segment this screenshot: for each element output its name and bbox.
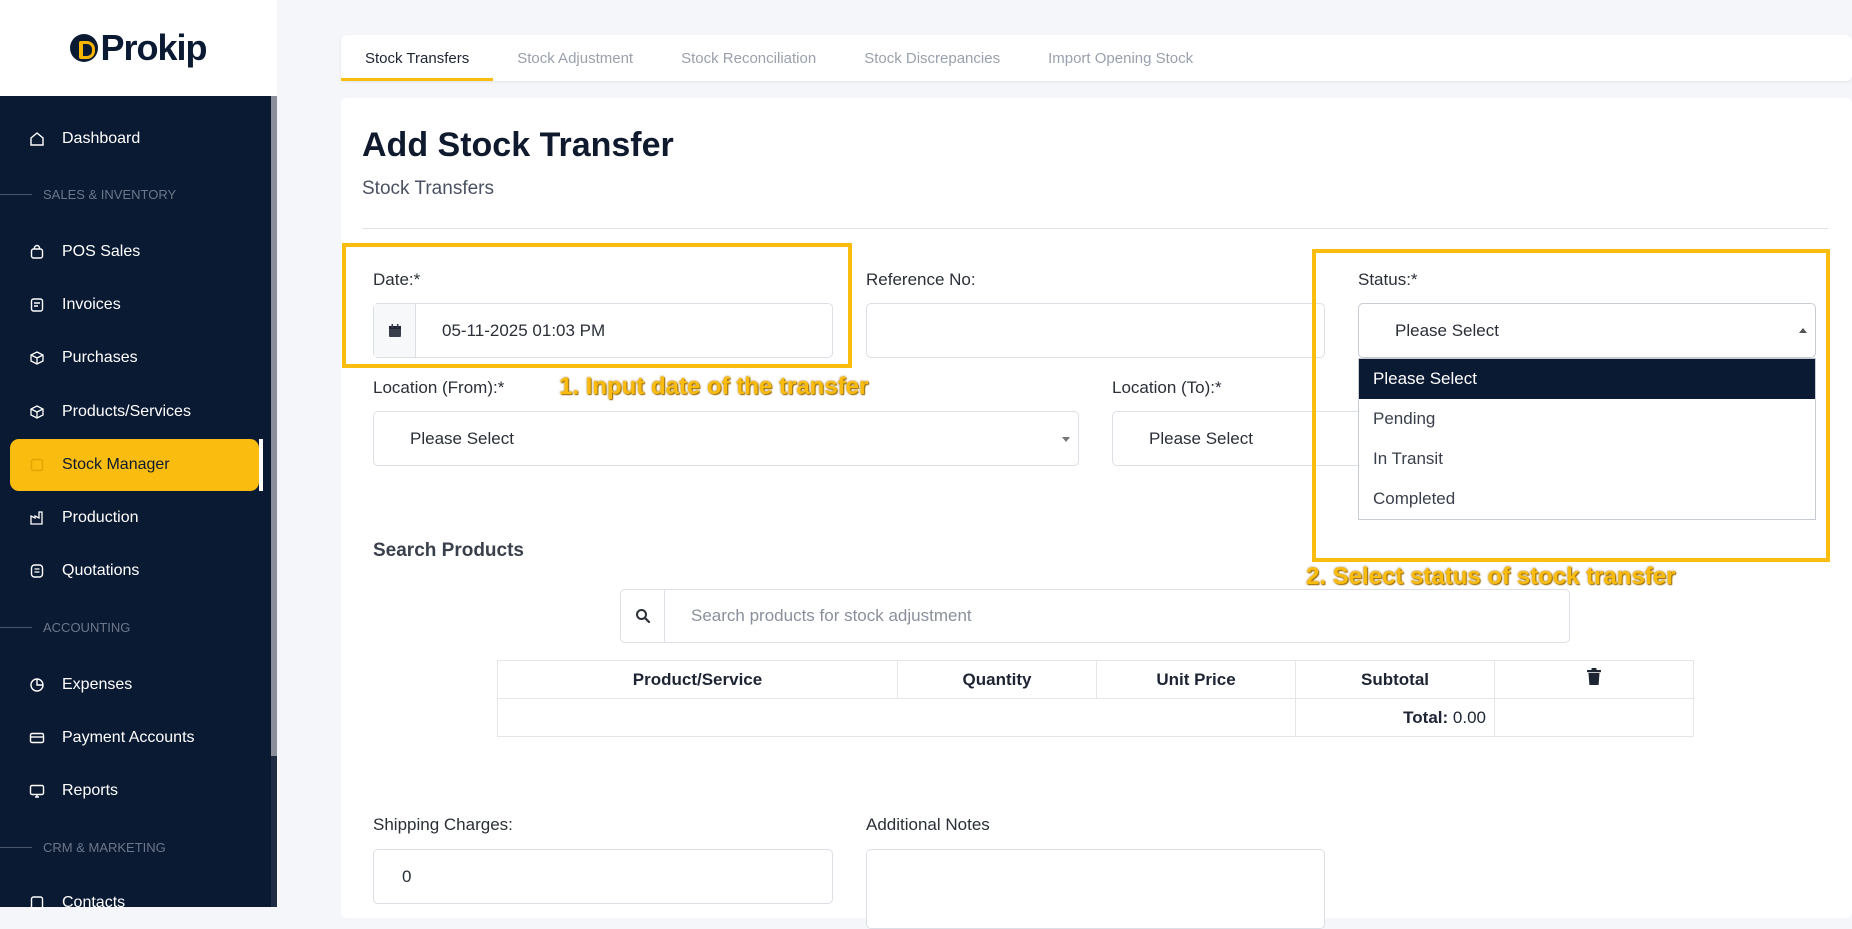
sidebar-item-pos-sales[interactable]: POS Sales — [10, 226, 257, 278]
column-header-subtotal: Subtotal — [1295, 660, 1495, 699]
sidebar-item-label: Reports — [62, 782, 119, 799]
annotation-date: 1. Input date of the transfer — [559, 373, 869, 400]
location-from-label: Location (From):* — [373, 378, 505, 397]
logo[interactable]: Prokip — [70, 27, 208, 69]
products-table: Product/Service Quantity Unit Price Subt… — [497, 660, 1694, 737]
location-to-label: Location (To):* — [1112, 378, 1222, 397]
location-to-value: Please Select — [1149, 428, 1253, 448]
sidebar-item-label: Quotations — [62, 562, 140, 579]
table-total: Total: 0.00 — [1295, 698, 1495, 737]
location-from-value: Please Select — [410, 428, 514, 448]
annotation-status: 2. Select status of stock transfer — [1306, 563, 1676, 590]
section-label: CRM & MARKETING — [43, 839, 166, 855]
sidebar-item-expenses[interactable]: Expenses — [10, 659, 257, 711]
column-header-quantity: Quantity — [897, 660, 1097, 699]
sidebar-item-label: Contacts — [62, 894, 126, 911]
section-label: ACCOUNTING — [43, 619, 131, 635]
credit-card-icon — [28, 729, 46, 747]
sidebar-item-stock-manager[interactable]: Stock Manager — [10, 439, 263, 491]
stock-tabs: Stock Transfers Stock Adjustment Stock R… — [340, 35, 1852, 81]
sidebar-item-label: Payment Accounts — [62, 729, 195, 746]
folder-icon — [28, 456, 46, 474]
product-search-box — [620, 589, 1570, 643]
highlight-box-date — [342, 243, 852, 368]
sidebar-item-label: Stock Manager — [62, 456, 170, 473]
monitor-icon — [28, 782, 46, 800]
sidebar-item-quotations[interactable]: Quotations — [10, 545, 257, 597]
total-value: 0.00 — [1452, 707, 1486, 727]
tab-stock-transfers[interactable]: Stock Transfers — [340, 35, 494, 81]
column-header-delete — [1494, 660, 1694, 699]
shipping-charges-input[interactable]: 0 — [373, 849, 833, 904]
logo-text: Prokip — [100, 27, 207, 68]
home-icon — [28, 130, 46, 148]
shipping-charges-value: 0 — [402, 866, 412, 886]
sidebar-item-production[interactable]: Production — [10, 492, 257, 544]
page-subtitle: Stock Transfers — [362, 178, 494, 199]
location-from-select[interactable]: Please Select — [373, 411, 1079, 466]
table-total-row: Total: 0.00 — [497, 698, 1694, 737]
sidebar-item-payment-accounts[interactable]: Payment Accounts — [10, 712, 257, 764]
sidebar-item-label: Products/Services — [62, 403, 191, 420]
purchase-box-icon — [28, 349, 46, 367]
tab-stock-reconciliation[interactable]: Stock Reconciliation — [681, 35, 816, 81]
sidebar-item-reports[interactable]: Reports — [10, 765, 257, 817]
sidebar-item-contacts[interactable]: Contacts — [10, 877, 257, 929]
search-products-title: Search Products — [373, 540, 524, 561]
sidebar: Prokip Dashboard SALES & INVENTORY POS S… — [0, 0, 277, 911]
column-header-unit-price: Unit Price — [1096, 660, 1296, 699]
product-search-input[interactable] — [665, 606, 1545, 626]
sidebar-item-label: Invoices — [62, 296, 121, 313]
column-header-product: Product/Service — [497, 660, 898, 699]
sidebar-item-label: Dashboard — [62, 130, 141, 147]
sidebar-item-label: Expenses — [62, 676, 133, 693]
tab-import-opening-stock[interactable]: Import Opening Stock — [1048, 35, 1193, 81]
factory-icon — [28, 509, 46, 527]
total-label: Total: — [1403, 707, 1449, 727]
section-accounting: ACCOUNTING — [0, 617, 271, 637]
tab-stock-adjustment[interactable]: Stock Adjustment — [517, 35, 633, 81]
reference-input[interactable] — [866, 303, 1325, 358]
sidebar-item-label: Purchases — [62, 349, 138, 366]
section-label: SALES & INVENTORY — [43, 186, 177, 202]
sidebar-item-label: Production — [62, 509, 139, 526]
caret-down-icon — [1062, 437, 1070, 442]
additional-notes-textarea[interactable] — [866, 849, 1325, 929]
search-icon[interactable] — [621, 590, 665, 642]
tab-stock-discrepancies[interactable]: Stock Discrepancies — [864, 35, 1000, 81]
sidebar-item-label: POS Sales — [62, 243, 141, 260]
sidebar-item-purchases[interactable]: Purchases — [10, 332, 257, 384]
sidebar-item-invoices[interactable]: Invoices — [10, 279, 257, 331]
highlight-box-status — [1312, 249, 1830, 562]
logo-mark-icon — [70, 34, 99, 62]
divider — [362, 228, 1828, 229]
quote-icon — [28, 562, 46, 580]
logo-area: Prokip — [0, 0, 277, 96]
section-sales-inventory: SALES & INVENTORY — [0, 184, 271, 204]
shipping-charges-label: Shipping Charges: — [373, 815, 513, 834]
shopping-bag-icon — [28, 243, 46, 261]
additional-notes-label: Additional Notes — [866, 815, 990, 834]
invoice-icon — [28, 296, 46, 314]
page-title: Add Stock Transfer — [362, 126, 674, 164]
cube-icon — [28, 403, 46, 421]
reference-label: Reference No: — [866, 270, 976, 289]
pie-chart-icon — [28, 676, 46, 694]
trash-icon[interactable] — [1586, 668, 1602, 690]
sidebar-item-products-services[interactable]: Products/Services — [10, 386, 257, 438]
sidebar-scrollbar-thumb[interactable] — [271, 96, 277, 756]
sidebar-item-dashboard[interactable]: Dashboard — [10, 113, 257, 165]
section-crm-marketing: CRM & MARKETING — [0, 837, 271, 857]
table-header-row: Product/Service Quantity Unit Price Subt… — [497, 660, 1694, 699]
contacts-icon — [28, 894, 46, 912]
